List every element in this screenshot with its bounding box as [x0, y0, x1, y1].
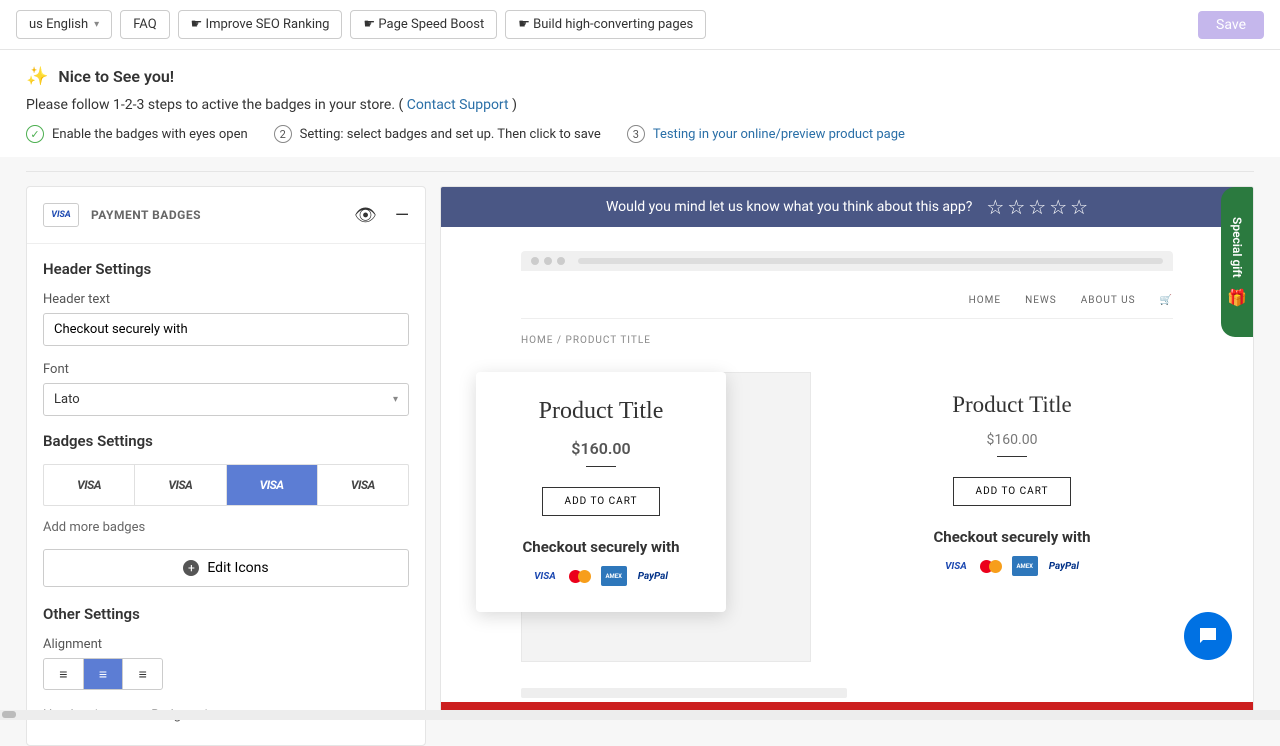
paypal-icon: PayPal: [1046, 556, 1082, 576]
browser-chrome: [521, 251, 1173, 271]
horizontal-scrollbar[interactable]: [0, 710, 1280, 720]
step-2: 2 Setting: select badges and set up. The…: [274, 125, 601, 143]
edit-icons-button[interactable]: + Edit Icons: [43, 549, 409, 587]
language-select[interactable]: us English ▾: [16, 10, 112, 39]
visa-icon: VISA: [942, 556, 970, 576]
alignment-buttons: ≡ ≡ ≡: [43, 658, 163, 690]
star-icon[interactable]: ☆: [1070, 195, 1088, 219]
star-icon[interactable]: ☆: [1007, 195, 1025, 219]
contact-support-link[interactable]: Contact Support: [407, 97, 509, 113]
chevron-down-icon: ▾: [94, 19, 99, 30]
payment-icons: VISA AMEX PayPal: [942, 556, 1082, 576]
align-left-button[interactable]: ≡: [44, 659, 84, 689]
badge-option-2[interactable]: VISA: [135, 465, 226, 505]
plus-icon: +: [183, 560, 199, 576]
link-high-converting[interactable]: ☛ Build high-converting pages: [505, 10, 706, 39]
cart-icon[interactable]: 🛒: [1160, 295, 1173, 306]
settings-panel: VISA PAYMENT BADGES 👁 — Header Settings …: [26, 186, 426, 746]
paypal-icon: PayPal: [635, 566, 671, 586]
popup-payment-icons: VISA AMEX PayPal: [531, 566, 671, 586]
alignment-label: Alignment: [43, 637, 409, 652]
sparkle-icon: ✨: [26, 66, 48, 87]
star-icon[interactable]: ☆: [1049, 195, 1067, 219]
link-improve-seo[interactable]: ☛ Improve SEO Ranking: [178, 10, 343, 39]
faq-button[interactable]: FAQ: [120, 10, 169, 39]
product-title: Product Title: [952, 392, 1072, 418]
badge-option-1[interactable]: VISA: [44, 465, 135, 505]
font-select[interactable]: Lato ▾: [43, 383, 409, 416]
link-page-speed[interactable]: ☛ Page Speed Boost: [350, 10, 497, 39]
step-3: 3 Testing in your online/preview product…: [627, 125, 905, 143]
mastercard-icon: [567, 566, 593, 586]
add-more-badges-label: Add more badges: [43, 520, 409, 535]
visa-logo-icon: VISA: [43, 203, 79, 227]
eye-icon[interactable]: 👁: [354, 205, 377, 226]
add-to-cart-button[interactable]: ADD TO CART: [953, 477, 1072, 506]
badges-settings-title: Badges Settings: [43, 432, 409, 450]
popup-checkout-header: Checkout securely with: [522, 538, 679, 556]
panel-title: PAYMENT BADGES: [91, 208, 201, 222]
chat-icon: [1196, 624, 1220, 648]
intro-description: Please follow 1-2-3 steps to active the …: [26, 97, 1254, 113]
rating-bar[interactable]: Would you mind let us know what you thin…: [441, 187, 1253, 227]
welcome-title: Nice to See you!: [58, 67, 174, 86]
font-label: Font: [43, 362, 409, 377]
align-right-button[interactable]: ≡: [123, 659, 162, 689]
amex-icon: AMEX: [1012, 556, 1038, 576]
product-price: $160.00: [987, 432, 1038, 448]
popup-product-price: $160.00: [571, 439, 630, 458]
product-popup-card: Product Title $160.00 ADD TO CART Checko…: [476, 372, 726, 612]
visa-icon: VISA: [531, 566, 559, 586]
nav-news[interactable]: NEWS: [1025, 295, 1057, 306]
chevron-down-icon: ▾: [393, 394, 398, 405]
preview-area: Would you mind let us know what you thin…: [440, 186, 1254, 720]
star-icon[interactable]: ☆: [1028, 195, 1046, 219]
popup-product-title: Product Title: [539, 398, 664, 425]
gift-icon: 🎁: [1227, 288, 1247, 307]
breadcrumb: HOME / PRODUCT TITLE: [521, 319, 1173, 362]
header-text-label: Header text: [43, 292, 409, 307]
special-gift-tab[interactable]: Special gift 🎁: [1221, 187, 1253, 337]
save-button[interactable]: Save: [1198, 11, 1264, 39]
step-1: ✓ Enable the badges with eyes open: [26, 125, 248, 143]
check-icon: ✓: [26, 125, 44, 143]
testing-link[interactable]: Testing in your online/preview product p…: [653, 127, 905, 142]
collapse-icon[interactable]: —: [395, 205, 409, 226]
amex-icon: AMEX: [601, 566, 627, 586]
other-settings-title: Other Settings: [43, 605, 409, 623]
mastercard-icon: [978, 556, 1004, 576]
nav-home[interactable]: HOME: [969, 295, 1001, 306]
chat-button[interactable]: [1184, 612, 1232, 660]
checkout-header: Checkout securely with: [933, 528, 1090, 546]
align-center-button[interactable]: ≡: [84, 659, 124, 689]
header-text-input[interactable]: [43, 313, 409, 346]
badge-option-3[interactable]: VISA: [227, 465, 318, 505]
nav-about[interactable]: ABOUT US: [1081, 295, 1136, 306]
badge-option-4[interactable]: VISA: [318, 465, 408, 505]
star-icon[interactable]: ☆: [986, 195, 1004, 219]
badges-options: VISA VISA VISA VISA: [43, 464, 409, 506]
header-settings-title: Header Settings: [43, 260, 409, 278]
popup-add-to-cart-button[interactable]: ADD TO CART: [542, 487, 661, 516]
